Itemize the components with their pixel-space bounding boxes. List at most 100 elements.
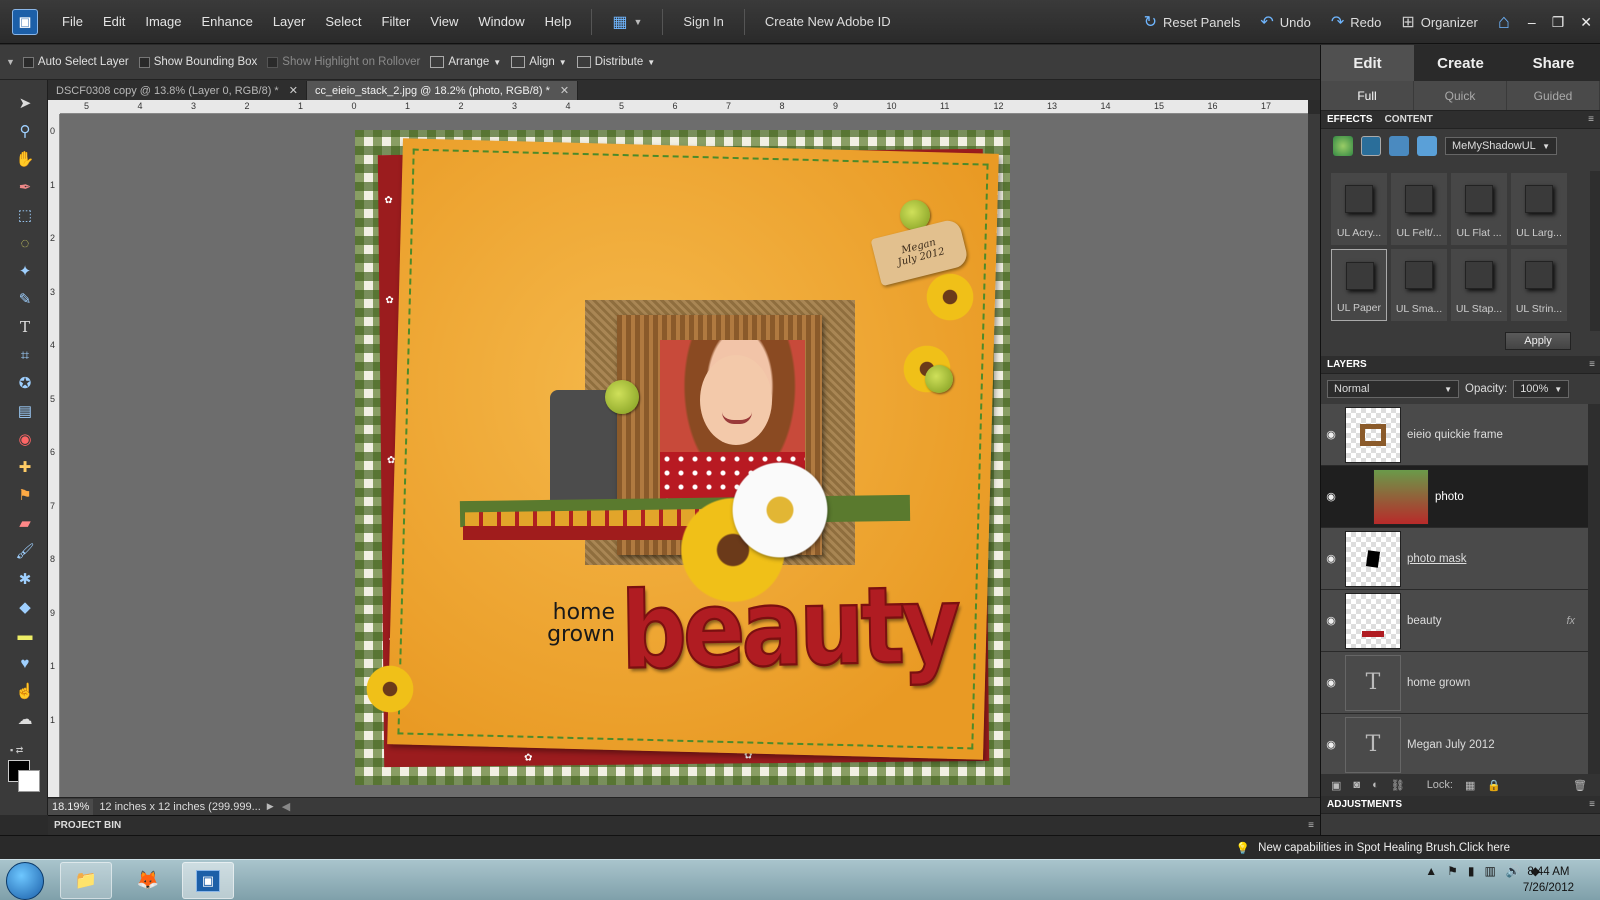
tab-effects[interactable]: EFFECTS [1327, 114, 1373, 125]
marquee-tool-icon[interactable]: ⬚ [14, 204, 36, 226]
quick-selection-tool-icon[interactable]: ✎ [14, 288, 36, 310]
effect-item-selected[interactable]: UL Paper [1331, 249, 1387, 321]
menu-edit[interactable]: Edit [93, 14, 135, 29]
sponge-tool-icon[interactable]: ☁ [14, 708, 36, 730]
lock-transparency-icon[interactable]: ▦ [1465, 779, 1475, 792]
network-icon[interactable]: ▥ [1484, 864, 1495, 878]
crop-tool-icon[interactable]: ⌗ [14, 344, 36, 366]
tab-edit[interactable]: Edit [1321, 45, 1414, 81]
tab-content[interactable]: CONTENT [1385, 114, 1433, 125]
sign-in-link[interactable]: Sign In [673, 14, 733, 29]
spot-healing-tool-icon[interactable]: ✚ [14, 456, 36, 478]
move-tool-icon[interactable]: ➤ [14, 92, 36, 114]
background-color-swatch[interactable] [18, 770, 40, 792]
zoom-field[interactable]: 18.19% [48, 798, 94, 815]
cookie-cutter-tool-icon[interactable]: ✪ [14, 372, 36, 394]
menu-filter[interactable]: Filter [372, 14, 421, 29]
paint-bucket-tool-icon[interactable]: ◆ [14, 596, 36, 618]
photoshop-elements-taskbar-icon[interactable]: ▣ [182, 862, 234, 899]
effects-scrollbar[interactable] [1590, 171, 1600, 331]
options-menu-icon[interactable]: ▼ [6, 57, 15, 67]
panel-menu-icon[interactable]: ≡ [1589, 359, 1595, 370]
tip-message[interactable]: 💡 New capabilities in Spot Healing Brush… [1236, 841, 1510, 855]
restore-icon[interactable]: ❐ [1544, 14, 1573, 31]
new-layer-icon[interactable]: ▣ [1331, 779, 1341, 792]
effect-item[interactable]: UL Strin... [1511, 249, 1567, 321]
home-button[interactable]: ⌂ [1488, 11, 1520, 34]
layer-row[interactable]: ◉ eieio quickie frame [1321, 404, 1589, 466]
minimize-icon[interactable]: – [1520, 14, 1544, 30]
effect-item[interactable]: UL Sma... [1391, 249, 1447, 321]
layer-styles-icon[interactable] [1361, 136, 1381, 156]
filters-icon[interactable] [1333, 136, 1353, 156]
checkbox-box[interactable] [138, 56, 150, 68]
scrapbook-page[interactable]: ✿ ✿ ✿ ✿ ✿ ✿ ✿ ✿ ✿ ✿ Megan July 2012 home… [355, 130, 1010, 785]
document-tab-active[interactable]: cc_eieio_stack_2.jpg @ 18.2% (photo, RGB… [306, 81, 579, 100]
tab-share[interactable]: Share [1507, 45, 1600, 81]
effect-item[interactable]: UL Larg... [1511, 173, 1567, 245]
battery-icon[interactable]: ▮ [1468, 864, 1475, 878]
project-bin-header[interactable]: PROJECT BIN ≡ [48, 815, 1320, 835]
layer-row[interactable]: ◉ T Megan July 2012 [1321, 714, 1589, 776]
visibility-eye-icon[interactable]: ◉ [1321, 428, 1341, 441]
firefox-taskbar-icon[interactable]: 🦊 [122, 862, 174, 899]
default-colors-icon[interactable]: ▪ ⇄ [10, 745, 23, 756]
menu-layer[interactable]: Layer [263, 14, 316, 29]
visibility-eye-icon[interactable]: ◉ [1321, 490, 1341, 503]
layers-scrollbar[interactable] [1588, 404, 1600, 774]
effect-item[interactable]: UL Acry... [1331, 173, 1387, 245]
panel-menu-icon[interactable]: ≡ [1588, 114, 1594, 125]
visibility-eye-icon[interactable]: ◉ [1321, 738, 1341, 751]
effects-category-dropdown[interactable]: MeMyShadowUL ▼ [1445, 137, 1557, 155]
lock-all-icon[interactable]: 🔒 [1487, 779, 1501, 792]
visibility-eye-icon[interactable]: ◉ [1321, 676, 1341, 689]
lasso-tool-icon[interactable]: ◌ [14, 232, 36, 254]
menu-file[interactable]: File [52, 14, 93, 29]
smart-brush-tool-icon[interactable]: ✱ [14, 568, 36, 590]
panel-menu-icon[interactable]: ≡ [1308, 820, 1314, 831]
smudge-tool-icon[interactable]: ☝ [14, 680, 36, 702]
gradient-tool-icon[interactable]: ▬ [14, 624, 36, 646]
blend-mode-dropdown[interactable]: Normal ▼ [1327, 380, 1459, 398]
close-icon[interactable]: ✕ [1572, 14, 1600, 31]
layer-row[interactable]: ◉ photo mask [1321, 528, 1589, 590]
action-center-flag-icon[interactable]: ⚑ [1447, 864, 1458, 878]
checkbox-box[interactable] [22, 56, 34, 68]
tab-quick[interactable]: Quick [1414, 81, 1507, 110]
tab-guided[interactable]: Guided [1507, 81, 1600, 110]
checkbox-box[interactable] [267, 56, 279, 68]
adjustments-panel-header[interactable]: ADJUSTMENTS ≡ [1321, 796, 1600, 814]
type-tool-icon[interactable]: T [14, 316, 36, 338]
create-adobe-id-link[interactable]: Create New Adobe ID [755, 14, 901, 29]
canvas-vertical-scrollbar[interactable] [1308, 114, 1320, 797]
taskbar-clock[interactable]: 8:44 AM 7/26/2012 [1523, 864, 1574, 896]
distribute-dropdown[interactable]: Distribute ▼ [576, 56, 655, 68]
visibility-eye-icon[interactable]: ◉ [1321, 614, 1341, 627]
menu-select[interactable]: Select [315, 14, 371, 29]
visibility-eye-icon[interactable]: ◉ [1321, 552, 1341, 565]
align-dropdown[interactable]: Align ▼ [511, 56, 567, 68]
start-button[interactable] [6, 862, 44, 900]
arrange-dropdown[interactable]: Arrange ▼ [430, 56, 501, 68]
zoom-tool-icon[interactable]: ⚲ [14, 120, 36, 142]
menu-image[interactable]: Image [135, 14, 191, 29]
add-mask-icon[interactable]: ◙ [1353, 779, 1360, 791]
adjustment-layer-icon[interactable]: ◐ [1372, 779, 1379, 791]
reset-panels-button[interactable]: ↻ Reset Panels [1134, 12, 1251, 32]
brush-tool-icon[interactable]: 🖌 [14, 540, 36, 562]
arrange-documents-button[interactable]: ▦ ▼ [602, 12, 652, 32]
straighten-tool-icon[interactable]: ▤ [14, 400, 36, 422]
menu-enhance[interactable]: Enhance [192, 14, 263, 29]
custom-shape-tool-icon[interactable]: ♥ [14, 652, 36, 674]
status-menu-arrow-icon[interactable]: ▶ [267, 801, 274, 812]
close-tab-icon[interactable]: ✕ [560, 84, 569, 97]
panel-menu-icon[interactable]: ≡ [1589, 799, 1595, 810]
layer-row[interactable]: ◉ T home grown [1321, 652, 1589, 714]
hand-tool-icon[interactable]: ✋ [14, 148, 36, 170]
auto-select-layer-checkbox[interactable]: Auto Select Layer [22, 56, 129, 68]
eyedropper-tool-icon[interactable]: ✒ [14, 176, 36, 198]
red-eye-tool-icon[interactable]: ◉ [14, 428, 36, 450]
scroll-left-icon[interactable]: ◀ [282, 800, 290, 813]
opacity-field[interactable]: 100% ▼ [1513, 380, 1570, 398]
photo-effects-icon[interactable] [1389, 136, 1409, 156]
